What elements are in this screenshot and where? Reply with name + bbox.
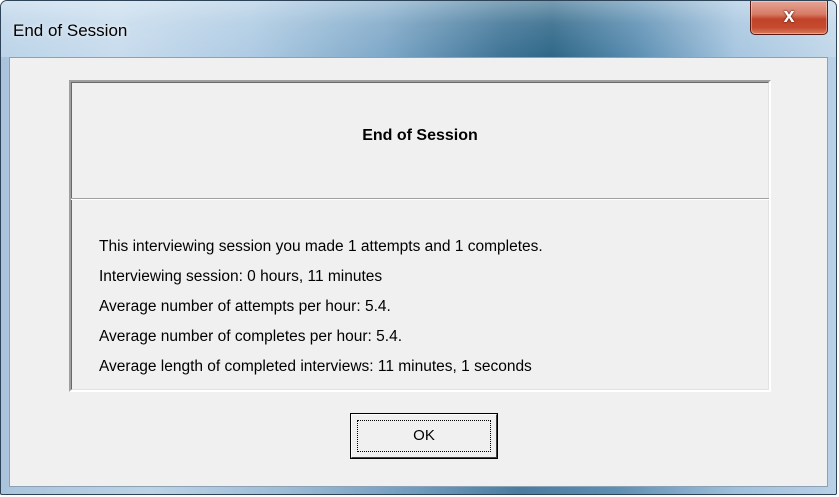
summary-line-session-duration: Interviewing session: 0 hours, 11 minute… (99, 268, 383, 285)
ok-button[interactable]: OK (350, 413, 498, 459)
panel-heading: End of Session (362, 127, 478, 144)
ok-button-label: OK (413, 427, 435, 444)
summary-line-attempts-per-hour: Average number of attempts per hour: 5.4… (99, 298, 391, 315)
summary-messages: This interviewing session you made 1 att… (99, 232, 759, 382)
summary-line-average-length: Average length of completed interviews: … (99, 358, 532, 375)
close-button[interactable]: x (750, 1, 828, 35)
title-bar[interactable]: End of Session x (1, 1, 836, 57)
window-title: End of Session (13, 21, 128, 40)
close-icon: x (783, 5, 795, 27)
session-summary-panel: End of Session This interviewing session… (69, 80, 771, 392)
summary-line-completes-per-hour: Average number of completes per hour: 5.… (99, 328, 402, 345)
panel-header: End of Session (71, 82, 769, 199)
dialog-client-area: End of Session This interviewing session… (9, 57, 828, 487)
dialog-window: End of Session x End of Session This int… (0, 0, 837, 495)
summary-line-attempts-completes: This interviewing session you made 1 att… (99, 238, 543, 255)
